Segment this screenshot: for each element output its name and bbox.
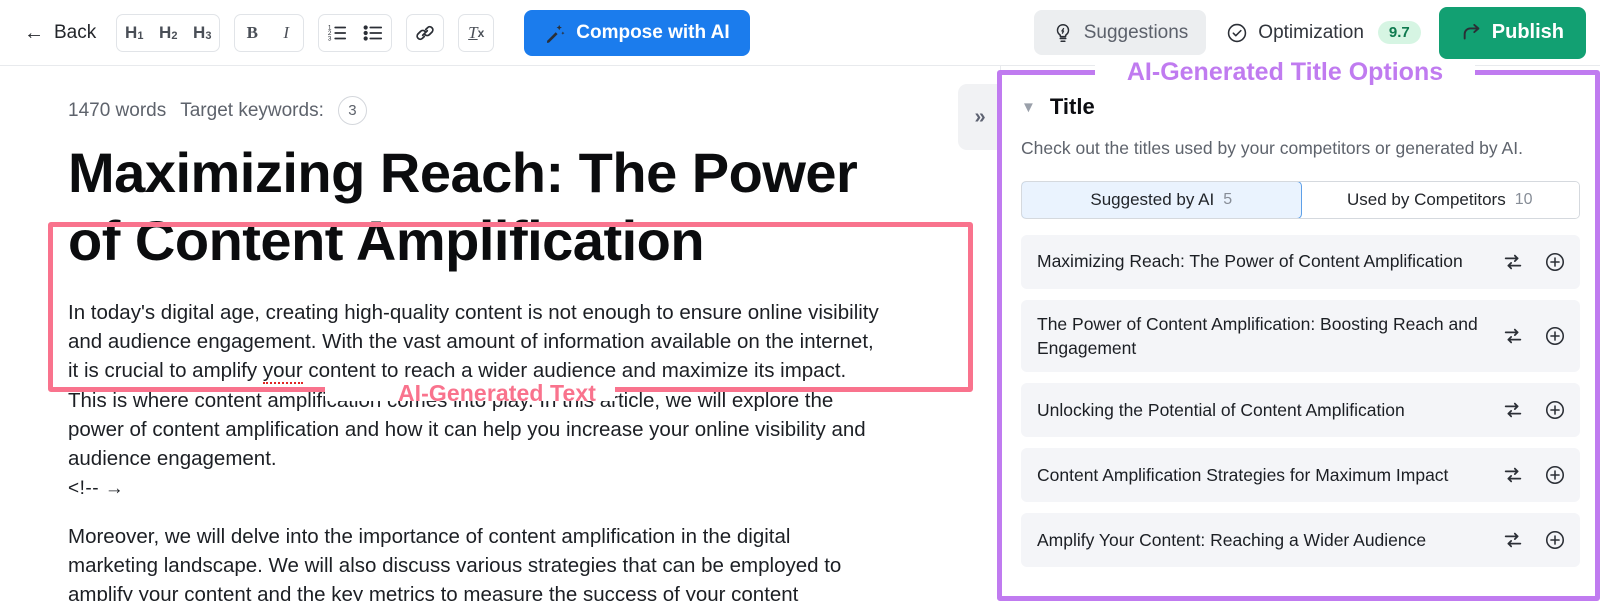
double-chevron-right-icon: » <box>974 105 985 128</box>
row-actions <box>1502 251 1566 273</box>
panel-title: Title <box>1049 94 1095 119</box>
link-button[interactable] <box>407 15 443 51</box>
suggestions-label: Suggestions <box>1083 21 1189 43</box>
title-suggestion-list: Maximizing Reach: The Power of Content A… <box>1021 234 1580 567</box>
panel-header: ▼ Title <box>1021 94 1580 120</box>
plus-circle-icon[interactable] <box>1544 464 1566 486</box>
bullet-list-button[interactable] <box>355 15 391 51</box>
link-button-group <box>406 13 445 52</box>
title-suggestions-panel: ▼ Title Check out the titles used by you… <box>1000 66 1600 601</box>
page-title[interactable]: Maximizing Reach: The Power of Content A… <box>0 125 940 276</box>
app-root: ← Back H1 H2 H3 B I 1 2 3 T x Compose wi… <box>0 0 1600 601</box>
tab-suggested-by-ai[interactable]: Suggested by AI 5 <box>1022 181 1302 218</box>
heading-button-group: H1 H2 H3 <box>116 13 221 52</box>
link-icon <box>416 25 434 40</box>
ordered-list-button[interactable]: 1 2 3 <box>319 15 355 51</box>
tab-used-by-competitors-label: Used by Competitors <box>1346 189 1506 209</box>
second-paragraph[interactable]: Moreover, we will delve into the importa… <box>0 522 950 601</box>
target-keywords-count[interactable]: 3 <box>337 96 367 125</box>
misspelled-word[interactable]: your <box>262 359 303 385</box>
bold-button[interactable]: B <box>235 15 269 51</box>
heading-2-button[interactable]: H2 <box>151 15 185 51</box>
row-actions <box>1502 325 1566 347</box>
suggestions-button[interactable]: Suggestions <box>1033 10 1207 55</box>
plus-circle-icon[interactable] <box>1544 251 1566 273</box>
panel-subtitle: Check out the titles used by your compet… <box>1021 138 1523 158</box>
optimization-label: Optimization <box>1258 21 1364 43</box>
bullet-list-icon <box>363 24 383 41</box>
tab-used-by-competitors-count: 10 <box>1514 190 1533 208</box>
ai-generated-title-annotation-label: AI-Generated Title Options <box>1126 58 1444 86</box>
panel-collapse-handle[interactable]: » <box>958 84 1000 150</box>
ordered-list-icon: 1 2 3 <box>328 24 347 42</box>
tab-used-by-competitors[interactable]: Used by Competitors 10 <box>1300 181 1579 218</box>
heading-1-button[interactable]: H1 <box>117 15 151 51</box>
document-editor[interactable]: 1470 words Target keywords: 3 Maximizing… <box>0 66 975 601</box>
list-item[interactable]: Content Amplification Strategies for Max… <box>1021 447 1580 502</box>
text-style-group: B I <box>234 13 305 52</box>
plus-circle-icon[interactable] <box>1544 325 1566 347</box>
plus-circle-icon[interactable] <box>1544 529 1566 551</box>
optimization-score-badge: 9.7 <box>1377 21 1421 44</box>
swap-replace-icon[interactable] <box>1502 251 1524 273</box>
chevron-down-icon[interactable]: ▼ <box>1021 100 1036 115</box>
clear-formatting-button[interactable]: Tx <box>459 15 493 51</box>
share-arrow-icon <box>1463 23 1480 39</box>
swap-replace-icon[interactable] <box>1502 529 1524 551</box>
tab-suggested-by-ai-count: 5 <box>1223 190 1233 208</box>
publish-button[interactable]: Publish <box>1438 6 1586 59</box>
row-actions <box>1502 399 1566 421</box>
document-meta-row: 1470 words Target keywords: 3 <box>0 66 975 125</box>
title-suggestion-text: Maximizing Reach: The Power of Content A… <box>1037 251 1463 272</box>
optimization-button[interactable]: Optimization 9.7 <box>1214 10 1430 55</box>
target-keywords-label: Target keywords: <box>180 99 324 121</box>
lightbulb-icon <box>1056 23 1069 42</box>
plus-circle-icon[interactable] <box>1544 399 1566 421</box>
row-actions <box>1502 464 1566 486</box>
list-button-group: 1 2 3 <box>318 13 393 52</box>
arrow-left-icon: ← <box>24 21 44 44</box>
list-item[interactable]: Amplify Your Content: Reaching a Wider A… <box>1021 512 1580 567</box>
title-suggestion-text: Content Amplification Strategies for Max… <box>1037 464 1449 485</box>
swap-replace-icon[interactable] <box>1502 399 1524 421</box>
compose-button-label: Compose with AI <box>576 21 730 43</box>
row-actions <box>1502 529 1566 551</box>
swap-replace-icon[interactable] <box>1502 325 1524 347</box>
list-item[interactable]: Unlocking the Potential of Content Ampli… <box>1021 382 1580 437</box>
top-toolbar: ← Back H1 H2 H3 B I 1 2 3 T x Compose wi… <box>0 0 1600 66</box>
toolbar-right-group: Suggestions Optimization 9.7 Publish <box>1033 6 1600 59</box>
title-suggestion-text: The Power of Content Amplification: Boos… <box>1037 313 1478 358</box>
title-source-tabs: Suggested by AI 5 Used by Competitors 10 <box>1021 180 1580 219</box>
heading-3-button[interactable]: H3 <box>185 15 219 51</box>
publish-button-label: Publish <box>1491 21 1564 43</box>
back-button[interactable]: ← Back <box>18 18 102 48</box>
svg-text:3: 3 <box>328 35 332 42</box>
toolbar-left-group: ← Back H1 H2 H3 B I 1 2 3 T x Compose wi… <box>0 9 750 56</box>
title-suggestion-text: Unlocking the Potential of Content Ampli… <box>1037 399 1405 420</box>
italic-button[interactable]: I <box>269 15 303 51</box>
tab-suggested-by-ai-label: Suggested by AI <box>1090 189 1215 209</box>
list-item[interactable]: Maximizing Reach: The Power of Content A… <box>1021 234 1580 289</box>
back-button-label: Back <box>54 21 97 43</box>
swap-replace-icon[interactable] <box>1502 464 1524 486</box>
clear-format-group: Tx <box>458 13 495 52</box>
ai-generated-text-annotation-label: AI-Generated Text <box>397 380 597 406</box>
title-suggestion-text: Amplify Your Content: Reaching a Wider A… <box>1037 529 1427 550</box>
word-count: 1470 words <box>68 99 167 121</box>
check-circle-icon <box>1228 23 1247 42</box>
html-comment-marker: <!-- → <box>68 477 125 499</box>
compose-with-ai-button[interactable]: Compose with AI <box>524 9 750 56</box>
magic-wand-icon <box>547 24 565 43</box>
list-item[interactable]: The Power of Content Amplification: Boos… <box>1021 299 1580 372</box>
